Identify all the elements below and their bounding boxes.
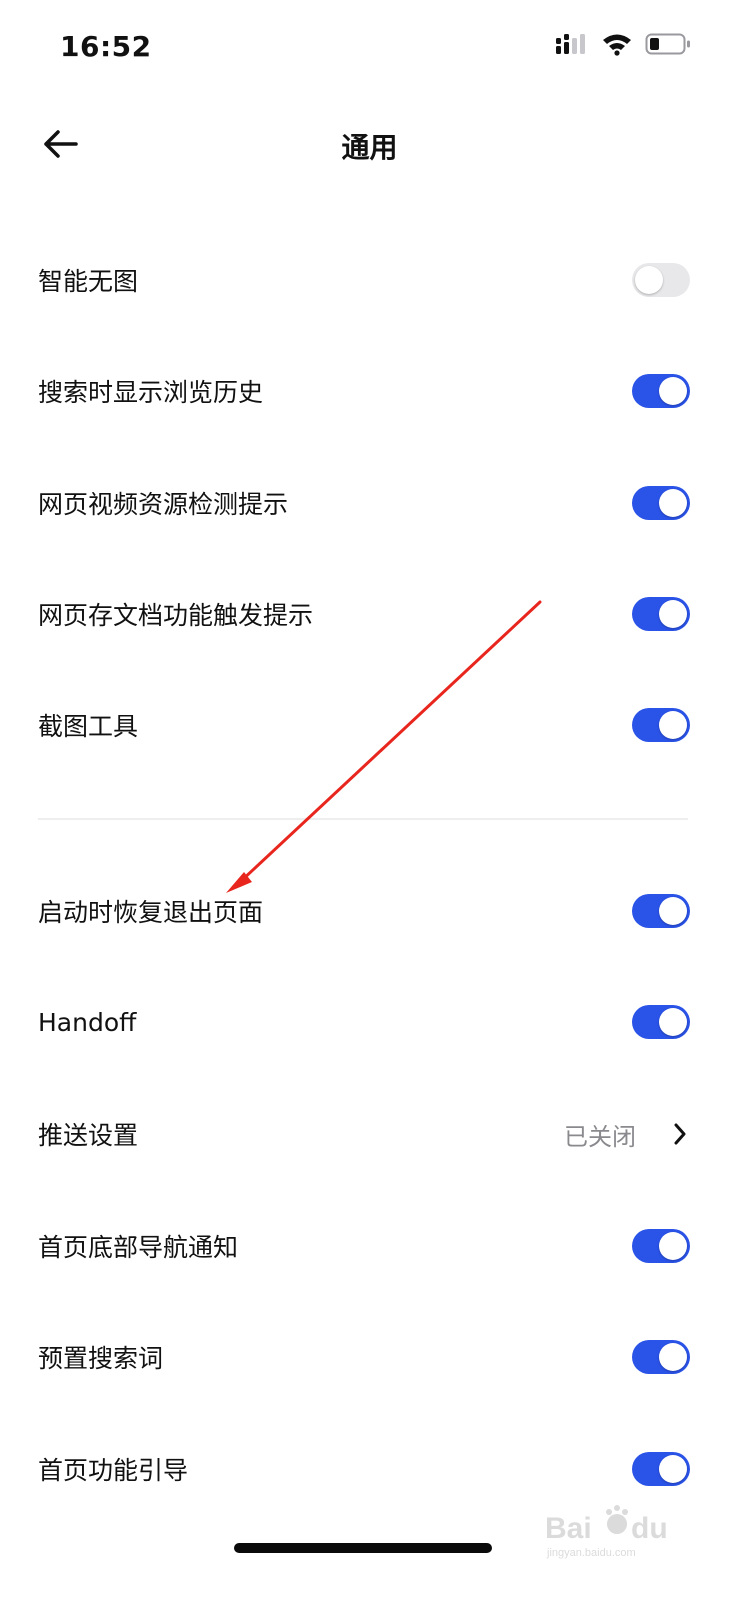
toggle-switch[interactable] bbox=[632, 1229, 690, 1263]
setting-row-handoff[interactable]: Handoff bbox=[38, 990, 690, 1054]
setting-row-preset-search-words[interactable]: 预置搜索词 bbox=[38, 1325, 690, 1389]
setting-label: 首页底部导航通知 bbox=[38, 1233, 239, 1262]
section-divider bbox=[38, 818, 688, 820]
setting-label: 智能无图 bbox=[38, 267, 139, 296]
toggle-knob bbox=[659, 1455, 687, 1483]
status-icons bbox=[555, 32, 691, 56]
battery-icon bbox=[645, 33, 690, 55]
setting-row-smart-no-image[interactable]: 智能无图 bbox=[38, 248, 690, 312]
toggle-switch[interactable] bbox=[632, 597, 690, 631]
page-title: 通用 bbox=[341, 131, 398, 164]
status-bar: 16:52 bbox=[0, 0, 739, 90]
setting-row-screenshot-tool[interactable]: 截图工具 bbox=[38, 693, 690, 757]
push-status-value: 已关闭 bbox=[564, 1122, 636, 1151]
navigation-header: 通用 bbox=[0, 100, 739, 190]
wifi-icon bbox=[603, 34, 631, 56]
svg-text:du: du bbox=[631, 1512, 668, 1545]
chevron-right-icon bbox=[670, 1120, 690, 1148]
setting-label: Handoff bbox=[38, 1007, 137, 1037]
toggle-switch[interactable] bbox=[632, 1452, 690, 1486]
status-time: 16:52 bbox=[60, 30, 152, 63]
setting-row-restore-pages[interactable]: 启动时恢复退出页面 bbox=[38, 879, 690, 943]
toggle-switch[interactable] bbox=[632, 708, 690, 742]
toggle-knob bbox=[659, 600, 687, 628]
setting-row-video-detection[interactable]: 网页视频资源检测提示 bbox=[38, 471, 690, 535]
setting-label: 搜索时显示浏览历史 bbox=[38, 378, 264, 407]
setting-row-home-guide[interactable]: 首页功能引导 bbox=[38, 1437, 690, 1501]
toggle-switch[interactable] bbox=[632, 486, 690, 520]
toggle-knob bbox=[659, 377, 687, 405]
setting-row-push-settings[interactable]: 推送设置 已关闭 bbox=[38, 1102, 690, 1166]
home-indicator[interactable] bbox=[234, 1543, 492, 1553]
toggle-switch[interactable] bbox=[632, 263, 690, 297]
toggle-switch[interactable] bbox=[632, 1005, 690, 1039]
svg-text:Bai: Bai bbox=[545, 1512, 592, 1545]
setting-label: 推送设置 bbox=[38, 1121, 139, 1150]
setting-row-save-document[interactable]: 网页存文档功能触发提示 bbox=[38, 582, 690, 646]
toggle-knob bbox=[659, 897, 687, 925]
setting-label: 首页功能引导 bbox=[38, 1456, 189, 1485]
cellular-signal-icon bbox=[556, 34, 585, 54]
baidu-watermark-logo: Bai du jingyan.baidu.com bbox=[545, 1505, 668, 1559]
toggle-knob bbox=[659, 1232, 687, 1260]
toggle-switch[interactable] bbox=[632, 1340, 690, 1374]
toggle-knob bbox=[635, 266, 663, 294]
setting-row-search-history[interactable]: 搜索时显示浏览历史 bbox=[38, 359, 690, 423]
toggle-knob bbox=[659, 711, 687, 739]
setting-label: 预置搜索词 bbox=[38, 1344, 164, 1373]
setting-label: 截图工具 bbox=[38, 712, 139, 741]
setting-label: 网页视频资源检测提示 bbox=[38, 490, 289, 519]
toggle-knob bbox=[659, 489, 687, 517]
toggle-switch[interactable] bbox=[632, 894, 690, 928]
setting-label: 启动时恢复退出页面 bbox=[38, 898, 264, 927]
toggle-knob bbox=[659, 1343, 687, 1371]
toggle-switch[interactable] bbox=[632, 374, 690, 408]
setting-row-bottom-nav-notice[interactable]: 首页底部导航通知 bbox=[38, 1214, 690, 1278]
setting-label: 网页存文档功能触发提示 bbox=[38, 601, 314, 630]
toggle-knob bbox=[659, 1008, 687, 1036]
svg-text:jingyan.baidu.com: jingyan.baidu.com bbox=[546, 1547, 636, 1559]
